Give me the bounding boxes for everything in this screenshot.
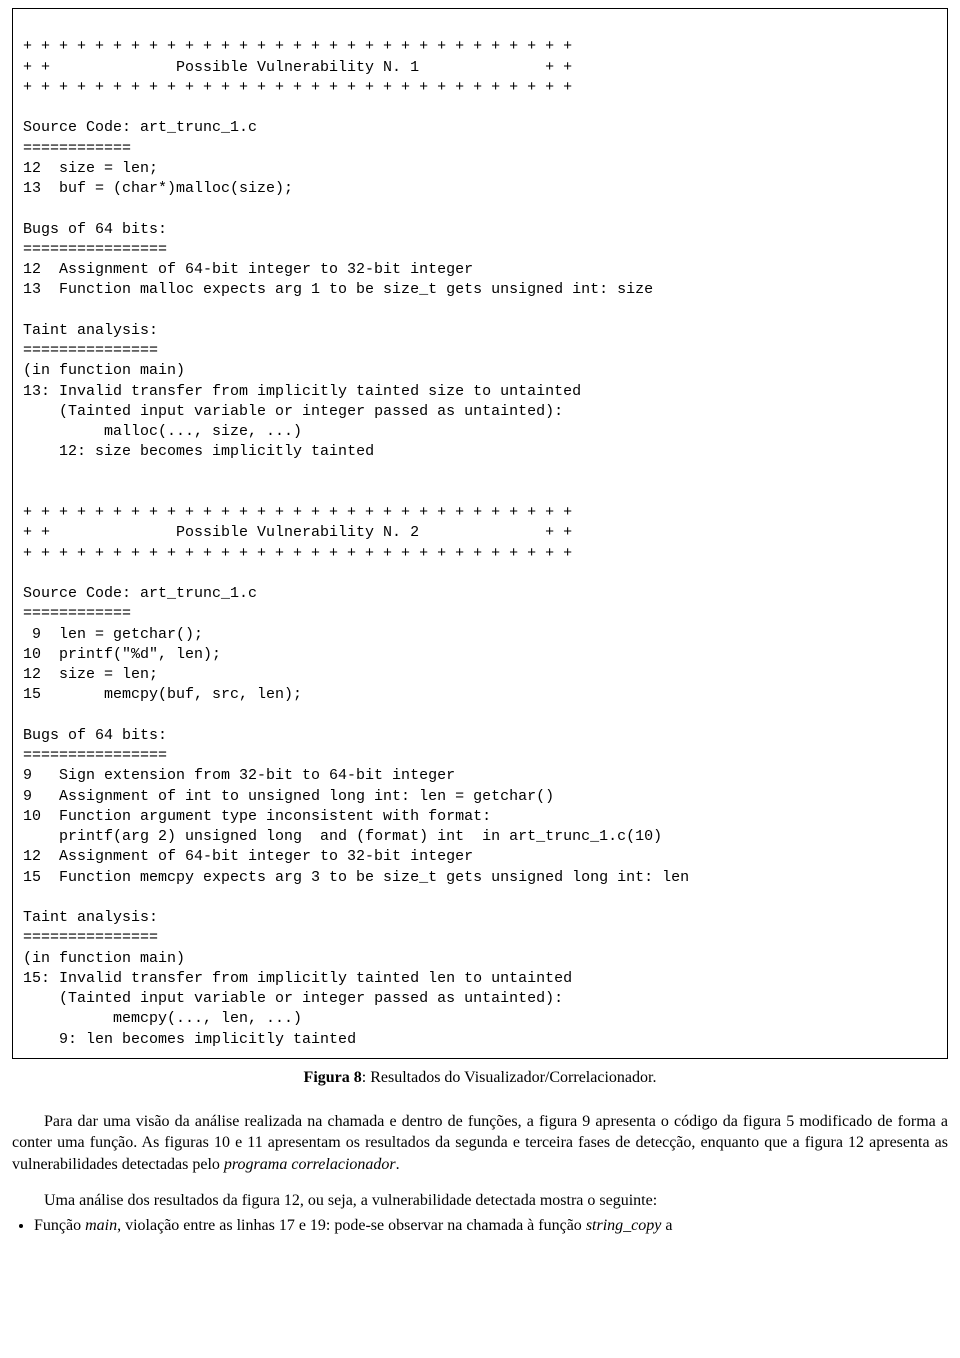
vuln1-border-top: + + + + + + + + + + + + + + + + + + + + … — [23, 38, 572, 55]
paragraph-2: Uma análise dos resultados da figura 12,… — [12, 1190, 948, 1212]
vuln2-taint-line-1: 15: Invalid transfer from implicitly tai… — [23, 970, 572, 987]
vuln2-taint-line-3: memcpy(..., len, ...) — [23, 1010, 302, 1027]
vuln1-taint-line-3: malloc(..., size, ...) — [23, 423, 302, 440]
code-output-box: + + + + + + + + + + + + + + + + + + + + … — [12, 8, 948, 1059]
vuln1-bugs-rule: ================ — [23, 241, 167, 258]
figure-caption-text: : Resultados do Visualizador/Correlacion… — [362, 1069, 657, 1086]
b1-mid: , violação entre as linhas 17 e 19: pode… — [117, 1217, 586, 1234]
b1-pre: Função — [34, 1217, 85, 1234]
vuln1-taint-line-1: 13: Invalid transfer from implicitly tai… — [23, 383, 581, 400]
vuln1-taint-line-0: (in function main) — [23, 362, 185, 379]
vuln2-taint-line-4: 9: len becomes implicitly tainted — [23, 1031, 356, 1048]
vuln1-source-rule: ============ — [23, 140, 131, 157]
vuln1-source-heading: Source Code: art_trunc_1.c — [23, 119, 257, 136]
vuln2-bugs-line-3: printf(arg 2) unsigned long and (format)… — [23, 828, 662, 845]
vuln2-source-heading: Source Code: art_trunc_1.c — [23, 585, 257, 602]
vuln1-bugs-line-0: 12 Assignment of 64-bit integer to 32-bi… — [23, 261, 473, 278]
vuln1-taint-rule: =============== — [23, 342, 158, 359]
vuln2-source-rule: ============ — [23, 605, 131, 622]
vuln2-border-bottom: + + + + + + + + + + + + + + + + + + + + … — [23, 545, 572, 562]
vuln1-taint-heading: Taint analysis: — [23, 322, 158, 339]
paragraph-1: Para dar uma visão da análise realizada … — [12, 1111, 948, 1176]
vuln1-taint-line-2: (Tainted input variable or integer passe… — [23, 403, 563, 420]
vuln1-source-line-0: 12 size = len; — [23, 160, 158, 177]
list-item: Função main, violação entre as linhas 17… — [34, 1215, 948, 1237]
vuln2-bugs-line-4: 12 Assignment of 64-bit integer to 32-bi… — [23, 848, 473, 865]
vuln2-title: + + Possible Vulnerability N. 2 + + — [23, 524, 572, 541]
vuln2-source-line-0: 9 len = getchar(); — [23, 626, 203, 643]
vuln2-source-line-2: 12 size = len; — [23, 666, 158, 683]
p1-italic-1: programa correlacionador — [224, 1156, 396, 1173]
vuln1-taint-line-4: 12: size becomes implicitly tainted — [23, 443, 374, 460]
p1-text-a: Para dar uma visão da análise realizada … — [12, 1113, 948, 1173]
b1-post: a — [661, 1217, 672, 1234]
vuln2-border-top: + + + + + + + + + + + + + + + + + + + + … — [23, 504, 572, 521]
figure-label: Figura 8 — [304, 1069, 362, 1086]
b1-italic-1: main — [85, 1217, 117, 1234]
vuln2-taint-line-0: (in function main) — [23, 950, 185, 967]
figure-caption: Figura 8: Resultados do Visualizador/Cor… — [12, 1069, 948, 1087]
vuln1-bugs-heading: Bugs of 64 bits: — [23, 221, 167, 238]
vuln1-source-line-1: 13 buf = (char*)malloc(size); — [23, 180, 293, 197]
vuln2-bugs-line-5: 15 Function memcpy expects arg 3 to be s… — [23, 869, 689, 886]
vuln2-taint-line-2: (Tainted input variable or integer passe… — [23, 990, 563, 1007]
code-output: + + + + + + + + + + + + + + + + + + + + … — [23, 17, 937, 1050]
vuln2-taint-heading: Taint analysis: — [23, 909, 158, 926]
vuln1-title: + + Possible Vulnerability N. 1 + + — [23, 59, 572, 76]
b1-italic-2: string_copy — [586, 1217, 662, 1234]
vuln2-bugs-line-0: 9 Sign extension from 32-bit to 64-bit i… — [23, 767, 455, 784]
vuln2-source-line-1: 10 printf("%d", len); — [23, 646, 221, 663]
p1-text-b: . — [396, 1156, 400, 1173]
vuln2-bugs-line-1: 9 Assignment of int to unsigned long int… — [23, 788, 554, 805]
vuln2-source-line-3: 15 memcpy(buf, src, len); — [23, 686, 302, 703]
vuln2-bugs-rule: ================ — [23, 747, 167, 764]
p2-text: Uma análise dos resultados da figura 12,… — [44, 1192, 657, 1209]
bullet-list: Função main, violação entre as linhas 17… — [34, 1215, 948, 1237]
vuln2-bugs-line-2: 10 Function argument type inconsistent w… — [23, 808, 491, 825]
vuln1-border-bottom: + + + + + + + + + + + + + + + + + + + + … — [23, 79, 572, 96]
vuln1-bugs-line-1: 13 Function malloc expects arg 1 to be s… — [23, 281, 653, 298]
vuln2-bugs-heading: Bugs of 64 bits: — [23, 727, 167, 744]
vuln2-taint-rule: =============== — [23, 929, 158, 946]
